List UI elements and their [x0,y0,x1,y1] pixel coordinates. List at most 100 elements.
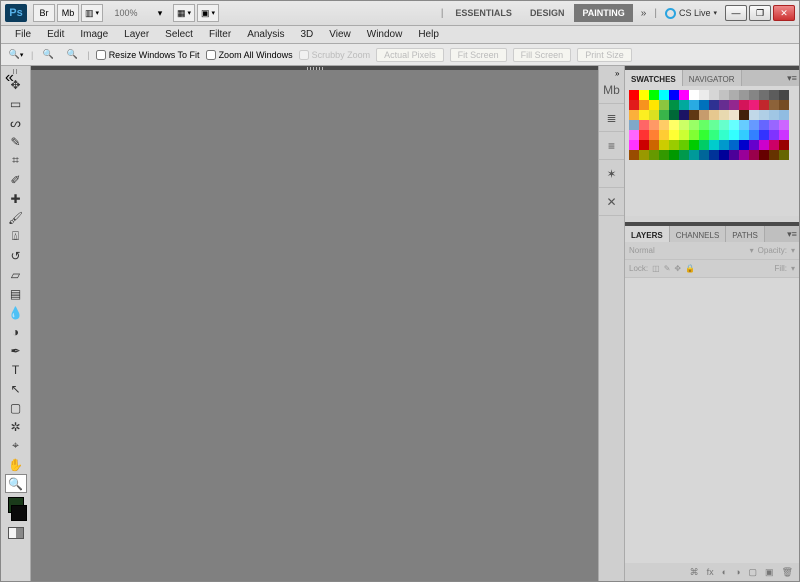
current-tool-icon[interactable]: 🔍▾ [7,47,25,63]
swatch[interactable] [659,120,669,130]
fill-screen-button[interactable]: Fill Screen [513,48,572,62]
swatch[interactable] [629,130,639,140]
swatch[interactable] [679,140,689,150]
zoom-in-icon[interactable]: 🔍 [39,47,57,63]
swatch[interactable] [699,150,709,160]
hand-tool[interactable]: ✋ [5,455,27,474]
swatch[interactable] [669,130,679,140]
swatch[interactable] [689,90,699,100]
stamp-tool[interactable]: ⍍ [5,227,27,246]
swatch[interactable] [769,110,779,120]
blur-tool[interactable]: 💧 [5,303,27,322]
zoom-out-icon[interactable]: 🔍 [63,47,81,63]
quick-select-tool[interactable]: ✎ [5,132,27,151]
swatch[interactable] [699,130,709,140]
type-tool[interactable]: T [5,360,27,379]
swatch[interactable] [659,150,669,160]
swatch[interactable] [739,110,749,120]
swatch[interactable] [759,150,769,160]
delete-layer-icon[interactable]: 🗑 [782,567,793,578]
swatch[interactable] [729,90,739,100]
swatch[interactable] [669,90,679,100]
menu-select[interactable]: Select [157,28,201,41]
swatch[interactable] [749,110,759,120]
swatch[interactable] [719,90,729,100]
zoom-all-checkbox[interactable]: Zoom All Windows [206,50,293,60]
link-layers-icon[interactable]: ⌘ [690,567,699,578]
swatch[interactable] [669,110,679,120]
lasso-tool[interactable]: ᔕ [5,113,27,132]
swatch[interactable] [639,90,649,100]
tab-layers[interactable]: LAYERS [625,226,670,242]
swatch[interactable] [719,140,729,150]
zoom-dropdown-icon[interactable]: ▾ [149,4,171,22]
swatch[interactable] [709,100,719,110]
menu-layer[interactable]: Layer [116,28,157,41]
swatch[interactable] [629,120,639,130]
lock-pixels-icon[interactable]: ✎ [664,264,671,273]
swatch[interactable] [749,140,759,150]
swatch[interactable] [689,130,699,140]
swatch[interactable] [769,100,779,110]
swatch[interactable] [689,150,699,160]
swatch[interactable] [709,120,719,130]
swatch[interactable] [699,110,709,120]
brush-presets-icon[interactable]: ≡ [599,132,624,160]
swatch[interactable] [709,150,719,160]
mini-bridge-shortcut-icon[interactable]: Mb [57,4,79,22]
swatch[interactable] [729,100,739,110]
swatch[interactable] [739,140,749,150]
swatch[interactable] [669,150,679,160]
tab-swatches[interactable]: SWATCHES [625,70,683,86]
pen-tool[interactable]: ✒ [5,341,27,360]
swatch[interactable] [739,150,749,160]
swatch[interactable] [659,100,669,110]
zoom-level-input[interactable] [105,4,147,22]
swatch[interactable] [649,110,659,120]
eraser-tool[interactable]: ▱ [5,265,27,284]
swatch[interactable] [709,130,719,140]
swatch[interactable] [669,100,679,110]
swatch[interactable] [669,140,679,150]
workspace-design[interactable]: DESIGN [522,4,573,22]
swatch[interactable] [759,90,769,100]
swatch[interactable] [639,100,649,110]
swatch[interactable] [759,110,769,120]
swatch[interactable] [749,100,759,110]
swatch[interactable] [749,130,759,140]
swatch[interactable] [679,150,689,160]
swatch[interactable] [769,130,779,140]
close-button[interactable]: ✕ [773,5,795,21]
restore-button[interactable]: ❐ [749,5,771,21]
swatch[interactable] [699,140,709,150]
dodge-tool[interactable]: ◑ [5,322,27,341]
swatch[interactable] [649,140,659,150]
swatch[interactable] [689,140,699,150]
swatch[interactable] [759,100,769,110]
swatch[interactable] [729,130,739,140]
toolbox-grip[interactable]: « [1,68,30,75]
menu-window[interactable]: Window [359,28,411,41]
swatch[interactable] [729,120,739,130]
tab-navigator[interactable]: NAVIGATOR [683,70,742,86]
lock-all-icon[interactable]: 🔒 [685,264,695,273]
swatch[interactable] [659,90,669,100]
swatch[interactable] [749,120,759,130]
3d-tool[interactable]: ✲ [5,417,27,436]
background-swatch[interactable] [11,505,27,521]
swatch[interactable] [689,110,699,120]
menu-view[interactable]: View [321,28,359,41]
swatch[interactable] [759,120,769,130]
swatch[interactable] [739,130,749,140]
tool-presets-icon[interactable]: ✕ [599,188,624,216]
swatch[interactable] [719,120,729,130]
swatch[interactable] [649,150,659,160]
bridge-icon[interactable]: Br [33,4,55,22]
shape-tool[interactable]: ▢ [5,398,27,417]
adjustment-layer-icon[interactable]: ◑ [735,567,740,577]
mini-bridge-icon[interactable]: Mb [599,76,624,104]
layer-mask-icon[interactable]: ◐ [722,567,727,577]
swatch[interactable] [649,130,659,140]
swatch[interactable] [779,110,789,120]
swatch[interactable] [709,140,719,150]
